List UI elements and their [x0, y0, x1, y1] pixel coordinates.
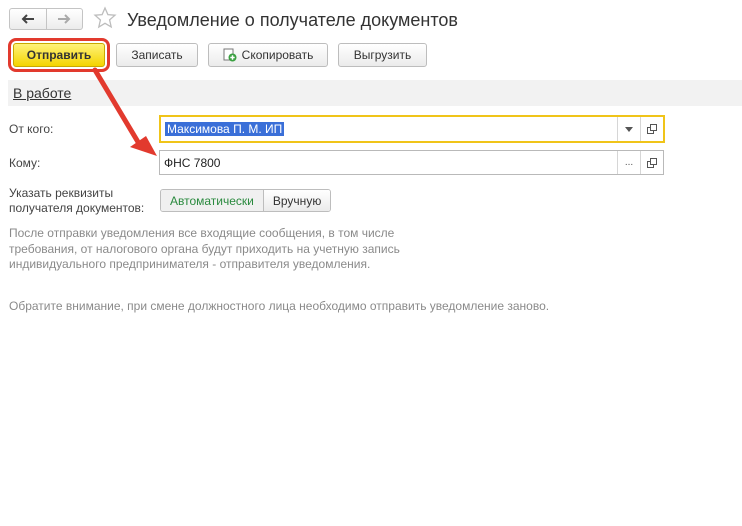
copy-button-label: Скопировать: [241, 48, 314, 62]
warning-note: Обратите внимание, при смене должностног…: [9, 299, 550, 313]
nav-buttons: [9, 8, 83, 30]
page-title: Уведомление о получателе документов: [127, 10, 458, 30]
send-button[interactable]: Отправить: [13, 43, 105, 67]
open-from-button[interactable]: [640, 117, 663, 141]
copy-icon: [223, 48, 237, 62]
back-button[interactable]: [10, 9, 46, 29]
requisites-toggle: Автоматически Вручную: [160, 189, 332, 212]
forward-button[interactable]: [45, 9, 83, 29]
export-button[interactable]: Выгрузить: [338, 43, 427, 67]
open-window-icon: [647, 124, 657, 134]
arrow-right-icon: [58, 14, 71, 24]
open-to-button[interactable]: [640, 151, 663, 174]
from-field[interactable]: Максимова П. М. ИП: [159, 115, 665, 143]
requisites-label: Указать реквизиты получателя документов:: [9, 186, 144, 216]
open-window-icon: [647, 157, 657, 168]
to-label: Кому:: [9, 156, 41, 170]
to-field[interactable]: ФНС 7800 ...: [159, 150, 664, 175]
arrow-left-icon: [21, 14, 34, 24]
favorite-star-icon[interactable]: [93, 6, 117, 30]
select-to-button[interactable]: ...: [617, 151, 640, 174]
info-note: После отправки уведомления все входящие …: [9, 226, 400, 271]
status-strip: [8, 80, 742, 106]
toggle-automatic[interactable]: Автоматически: [161, 190, 264, 211]
requisites-label-line2: получателя документов:: [9, 201, 145, 215]
requisites-label-line1: Указать реквизиты: [9, 186, 114, 200]
to-field-value: ФНС 7800: [164, 155, 221, 170]
status-link[interactable]: В работе: [13, 85, 71, 101]
from-label: От кого:: [9, 122, 54, 136]
chevron-down-icon: [625, 126, 633, 132]
write-button[interactable]: Записать: [116, 43, 198, 67]
dropdown-button[interactable]: [617, 117, 640, 141]
from-field-value: Максимова П. М. ИП: [165, 122, 285, 136]
copy-button[interactable]: Скопировать: [208, 43, 328, 67]
toggle-manual[interactable]: Вручную: [263, 190, 331, 211]
